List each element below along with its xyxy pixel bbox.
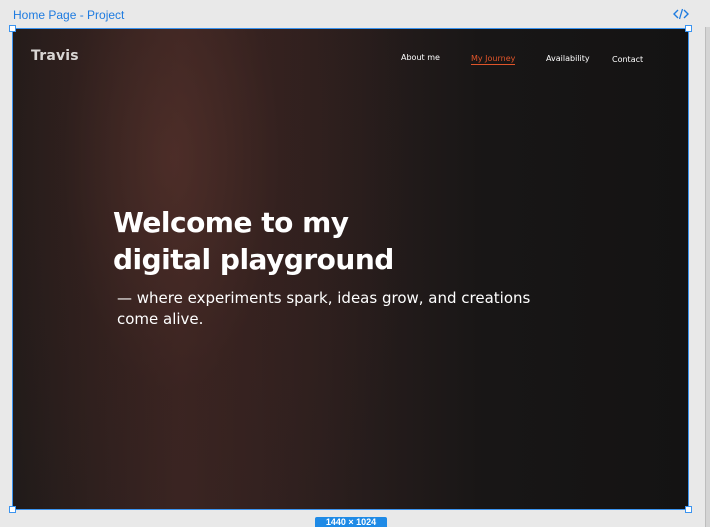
frame-label[interactable]: Home Page - Project xyxy=(13,8,124,22)
artboard[interactable]: Travis About me My Journey Availability … xyxy=(12,28,689,510)
nav-item-about-me[interactable]: About me xyxy=(401,53,440,62)
hero-title: Welcome to my digital playground xyxy=(113,204,533,278)
nav-item-availability[interactable]: Availability xyxy=(546,54,590,63)
resize-handle-bottom-right[interactable] xyxy=(685,506,692,513)
code-brackets-icon[interactable] xyxy=(673,7,689,21)
hero-subtitle: — where experiments spark, ideas grow, a… xyxy=(117,289,531,328)
resize-handle-bottom-left[interactable] xyxy=(9,506,16,513)
nav-item-my-journey[interactable]: My Journey xyxy=(471,54,516,65)
resize-handle-top-left[interactable] xyxy=(9,25,16,32)
canvas-edge xyxy=(705,27,710,527)
nav-item-contact[interactable]: Contact xyxy=(612,55,643,64)
hero-title-line-1: Welcome to my xyxy=(113,206,349,239)
hero-title-line-2: digital playground xyxy=(113,243,394,276)
size-badge: 1440 × 1024 xyxy=(315,517,387,527)
resize-handle-top-right[interactable] xyxy=(685,25,692,32)
site-logo[interactable]: Travis xyxy=(31,48,79,64)
